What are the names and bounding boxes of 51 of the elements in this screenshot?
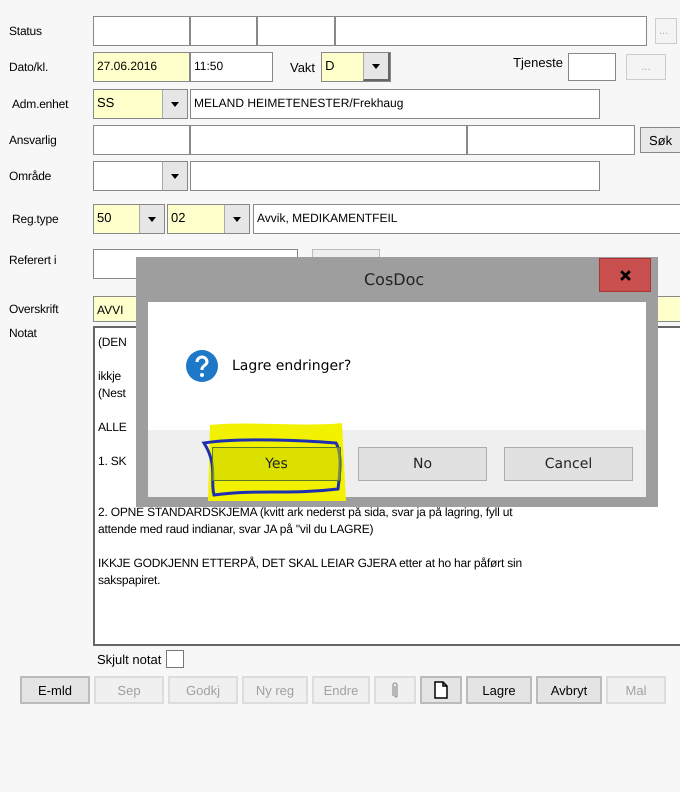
shift-dropdown[interactable]: D — [321, 52, 392, 82]
date-field[interactable]: 27.06.2016 — [93, 52, 190, 82]
dropdown-arrow-icon — [171, 102, 179, 106]
responsible-field[interactable] — [467, 125, 635, 155]
checkbox[interactable] — [166, 650, 184, 668]
status-field[interactable] — [190, 16, 257, 46]
dropdown-arrow-icon — [233, 216, 241, 222]
field-label: Reg.type — [11, 212, 60, 226]
toolbar-button[interactable]: Lagre — [466, 676, 532, 704]
close-button[interactable] — [599, 258, 651, 292]
reg-subtype-dropdown[interactable]: 02 — [167, 204, 250, 234]
field-label: Tjeneste — [513, 54, 563, 70]
dropdown-arrow-icon — [171, 174, 179, 178]
dropdown-arrow-icon — [148, 216, 156, 222]
dialog-button[interactable]: Yes — [212, 446, 341, 480]
dropdown-arrow-icon — [372, 64, 380, 68]
document-icon — [434, 681, 448, 699]
checkbox-label: Skjult notat — [97, 652, 162, 666]
unit-dropdown[interactable]: SS — [93, 89, 188, 119]
responsible-field[interactable] — [93, 125, 190, 155]
field-label: Adm.enhet — [11, 97, 70, 111]
area-field[interactable] — [190, 161, 600, 191]
dialog-button[interactable]: Cancel — [504, 446, 633, 480]
status-field[interactable] — [335, 16, 647, 46]
area-dropdown[interactable] — [93, 161, 188, 191]
time-field[interactable]: 11:50 — [190, 52, 273, 82]
field-label: Vakt — [290, 60, 316, 74]
paperclip-icon — [390, 681, 400, 699]
field-label: Overskrift — [8, 302, 60, 316]
question-icon — [186, 350, 218, 382]
close-icon — [618, 268, 632, 282]
toolbar-button[interactable]: E-mld — [20, 676, 90, 704]
search-button[interactable]: Søk — [640, 127, 680, 153]
dialog-title: CosDoc — [364, 270, 424, 289]
reg-type-dropdown[interactable]: 50 — [93, 204, 165, 234]
field-label: Ansvarlig — [8, 133, 58, 147]
unit-name-field[interactable]: MELAND HEIMETENESTER/Frekhaug — [190, 89, 600, 119]
responsible-field[interactable] — [190, 125, 467, 155]
field-label: Referert i — [8, 252, 58, 267]
dialog-message: Lagre endringer? — [232, 358, 352, 374]
status-field[interactable] — [93, 16, 190, 46]
field-label: Område — [8, 169, 52, 183]
field-label: Notat — [8, 326, 38, 340]
service-field[interactable] — [568, 53, 616, 81]
field-label: Dato/kl. — [8, 60, 50, 74]
field-label: Status — [8, 24, 43, 38]
toolbar-button[interactable]: Avbryt — [536, 676, 602, 704]
new-document-button[interactable] — [420, 676, 462, 704]
status-field[interactable] — [257, 16, 335, 46]
reg-type-field[interactable]: Avvik, MEDIKAMENTFEIL — [253, 204, 680, 234]
dialog-button[interactable]: No — [358, 446, 487, 480]
